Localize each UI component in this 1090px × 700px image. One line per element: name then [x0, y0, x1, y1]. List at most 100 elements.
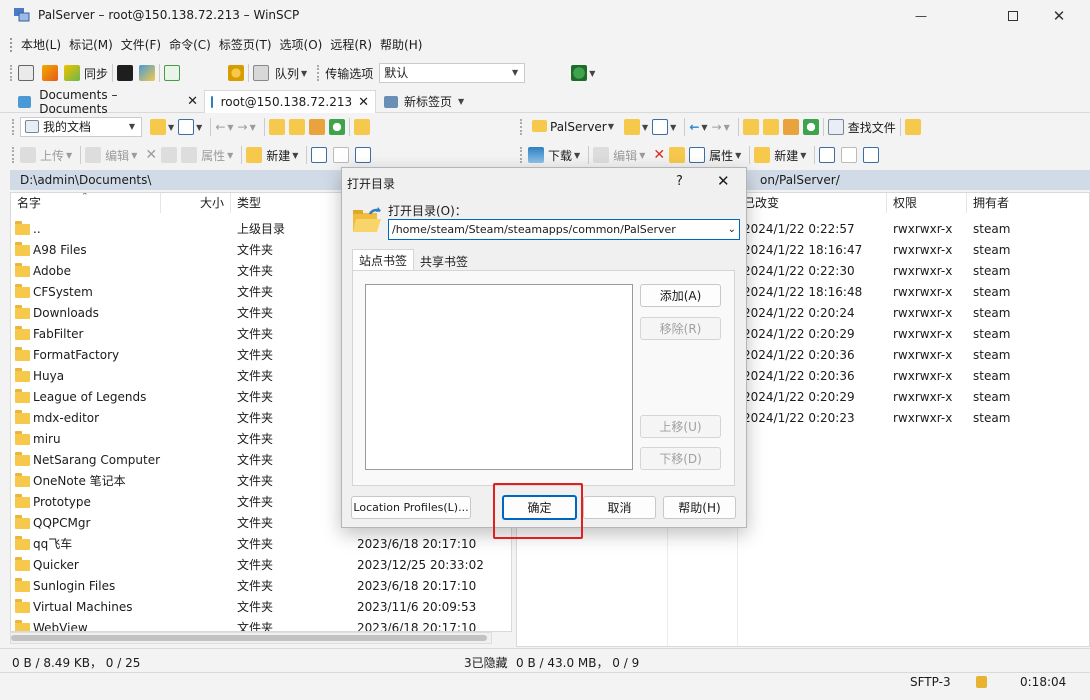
dialog-help-icon[interactable]: ? — [676, 174, 683, 189]
putty-icon[interactable] — [139, 65, 156, 81]
minimize-button[interactable]: — — [898, 0, 944, 32]
open-folder-icon[interactable] — [624, 119, 640, 135]
bookmarks-list[interactable] — [365, 284, 633, 470]
dialog-close-icon[interactable]: ✕ — [717, 172, 730, 190]
remove-bookmark-button[interactable]: 移除(R) — [640, 317, 721, 340]
unselect-icon[interactable] — [333, 147, 350, 163]
column-rights[interactable]: 权限 — [887, 193, 967, 213]
chevron-down-icon[interactable]: ⌄ — [728, 220, 736, 239]
close-tab-icon[interactable]: ✕ — [187, 94, 198, 109]
column-size[interactable]: 大小 — [161, 193, 231, 213]
chevron-down-icon[interactable]: ▼ — [800, 151, 806, 160]
directory-path-input[interactable]: /home/steam/Steam/steamapps/common/PalSe… — [388, 219, 740, 240]
refresh-icon[interactable] — [328, 119, 345, 135]
edit-button[interactable]: 编辑 — [85, 144, 129, 166]
column-owner[interactable]: 拥有者 — [967, 193, 1089, 213]
rename-icon[interactable] — [161, 147, 178, 163]
download-button[interactable]: 下载 — [528, 144, 572, 166]
new-button[interactable]: 新建 — [754, 144, 798, 166]
table-row[interactable]: Virtual Machines 文件夹 2023/11/6 20:09:53 — [11, 597, 511, 618]
chevron-down-icon[interactable]: ▼ — [292, 151, 298, 160]
edit-button[interactable]: 编辑 — [593, 144, 637, 166]
transfer-preset-select[interactable]: 默认 ▼ — [379, 63, 526, 83]
new-button[interactable]: 新建 — [246, 144, 290, 166]
find-files-button[interactable]: 查找文件 — [827, 116, 896, 138]
chevron-down-icon[interactable]: ▼ — [227, 151, 233, 160]
invert-selection-icon[interactable] — [863, 147, 880, 163]
scrollbar-thumb[interactable] — [11, 635, 487, 641]
maximize-button[interactable] — [990, 0, 1036, 32]
rename-icon[interactable] — [669, 147, 686, 163]
cancel-button[interactable]: 取消 — [583, 496, 656, 519]
chevron-down-icon[interactable]: ▼ — [735, 151, 741, 160]
upload-button[interactable]: 上传 — [20, 144, 64, 166]
tab-local-documents[interactable]: Documents – Documents ✕ — [12, 88, 204, 116]
reconnect-icon[interactable] — [571, 65, 588, 81]
open-folder-icon[interactable] — [150, 119, 166, 135]
chevron-down-icon[interactable]: ▼ — [574, 151, 580, 160]
ok-button[interactable]: 确定 — [502, 495, 577, 520]
invert-selection-icon[interactable] — [355, 147, 372, 163]
menu-help[interactable]: 帮助(H) — [376, 34, 426, 56]
filter-icon[interactable] — [652, 119, 669, 135]
tab-site-bookmarks[interactable]: 站点书签 — [352, 249, 414, 271]
chevron-down-icon[interactable]: ▼ — [642, 123, 648, 132]
move-down-button[interactable]: 下移(D) — [640, 447, 721, 470]
right-location-select[interactable]: PalServer ▼ — [528, 117, 618, 137]
unselect-icon[interactable] — [841, 147, 858, 163]
chevron-down-icon[interactable]: ▼ — [670, 123, 676, 132]
left-horizontal-scrollbar[interactable] — [10, 632, 492, 644]
select-all-icon[interactable] — [819, 147, 836, 163]
chevron-down-icon[interactable]: ▼ — [131, 151, 137, 160]
help-button[interactable]: 帮助(H) — [663, 496, 736, 519]
chevron-down-icon[interactable]: ▼ — [250, 123, 256, 132]
compare-dirs-icon[interactable] — [18, 65, 34, 81]
root-dir-icon[interactable] — [762, 119, 779, 135]
queue-button[interactable]: 队列 ▼ — [253, 62, 311, 84]
table-row[interactable]: Quicker 文件夹 2023/12/25 20:33:02 — [11, 555, 511, 576]
chevron-down-icon[interactable]: ▼ — [589, 69, 595, 78]
column-name[interactable]: 名字 ⌃ — [11, 193, 161, 213]
left-location-select[interactable]: 我的文档 ▼ — [20, 117, 142, 137]
forward-icon[interactable]: → — [238, 120, 248, 134]
tab-remote-session[interactable]: root@150.138.72.213 ✕ — [204, 90, 376, 113]
refresh-queue-icon[interactable] — [164, 65, 181, 81]
select-all-icon[interactable] — [311, 147, 328, 163]
hidden-files-count[interactable]: 3已隐藏 — [464, 654, 508, 671]
properties-button[interactable]: 属性 — [689, 144, 733, 166]
parent-dir-icon[interactable] — [742, 119, 759, 135]
menu-options[interactable]: 选项(O) — [276, 34, 327, 56]
forward-icon[interactable]: → — [712, 120, 722, 134]
menu-command[interactable]: 命令(C) — [165, 34, 215, 56]
chevron-down-icon[interactable]: ▼ — [701, 123, 707, 132]
sync-button[interactable]: 同步 — [64, 62, 108, 84]
properties-button[interactable]: 属性 — [181, 144, 225, 166]
menu-file[interactable]: 文件(F) — [117, 34, 165, 56]
menu-local[interactable]: 本地(L) — [17, 34, 65, 56]
column-changed[interactable]: 已改变 — [737, 193, 887, 213]
chevron-down-icon[interactable]: ▼ — [168, 123, 174, 132]
back-icon[interactable]: ← — [215, 120, 225, 134]
parent-dir-icon[interactable] — [268, 119, 285, 135]
chevron-down-icon[interactable]: ▼ — [66, 151, 72, 160]
chevron-down-icon[interactable]: ▼ — [639, 151, 645, 160]
table-row[interactable]: WebView 文件夹 2023/6/18 20:17:10 — [11, 618, 511, 631]
menu-tabs[interactable]: 标签页(T) — [215, 34, 276, 56]
tab-shared-bookmarks[interactable]: 共享书签 — [414, 252, 474, 271]
sync-browse-icon[interactable] — [42, 65, 58, 81]
menu-remote[interactable]: 远程(R) — [326, 34, 376, 56]
close-window-button[interactable]: ✕ — [1036, 0, 1082, 32]
filter-icon[interactable] — [178, 119, 195, 135]
tab-new[interactable]: 新标签页 ▼ — [378, 90, 476, 113]
table-row[interactable]: Sunlogin Files 文件夹 2023/6/18 20:17:10 — [11, 576, 511, 597]
back-icon[interactable]: ← — [689, 120, 699, 134]
location-profiles-button[interactable]: Location Profiles(L)... — [351, 496, 471, 519]
table-row[interactable]: qq飞车 文件夹 2023/6/18 20:17:10 — [11, 534, 511, 555]
delete-icon[interactable]: ✕ — [145, 147, 157, 163]
chevron-down-icon[interactable]: ▼ — [227, 123, 233, 132]
tree-icon[interactable] — [904, 119, 921, 135]
column-type[interactable]: 类型 — [231, 193, 351, 213]
move-up-button[interactable]: 上移(U) — [640, 415, 721, 438]
home-icon[interactable] — [308, 119, 325, 135]
root-dir-icon[interactable] — [288, 119, 305, 135]
